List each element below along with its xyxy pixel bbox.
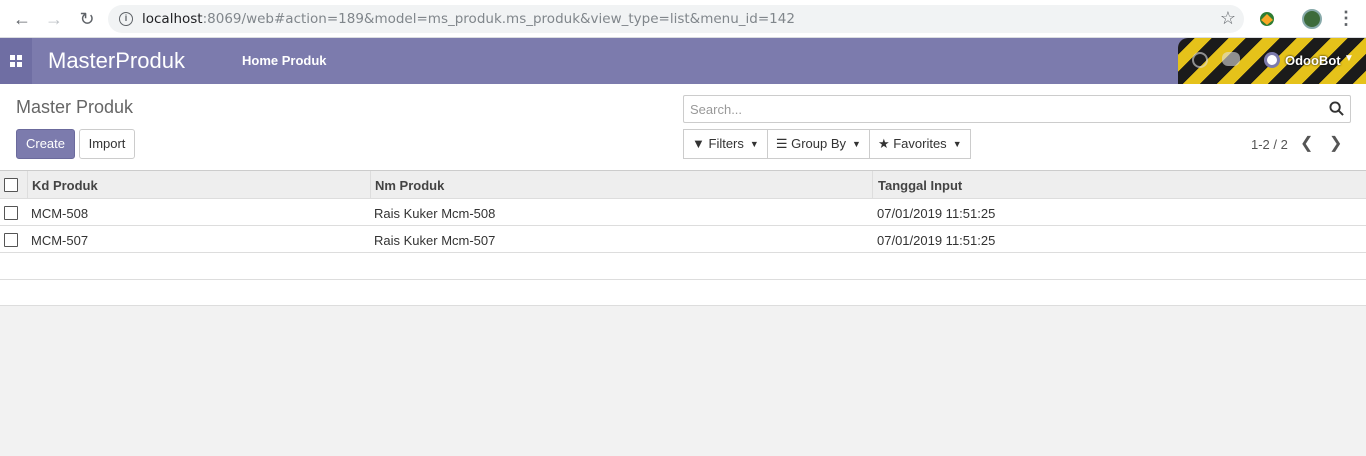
column-divider xyxy=(370,171,371,199)
cell-kd-produk: MCM-508 xyxy=(31,206,89,221)
list-icon: ☰ xyxy=(775,136,788,151)
favorites-label: Favorites xyxy=(893,136,947,151)
cell-tanggal-input: 07/01/2019 11:51:25 xyxy=(877,233,996,248)
apps-menu-button[interactable] xyxy=(0,38,32,84)
profile-avatar-icon[interactable] xyxy=(1302,9,1322,29)
apps-grid-icon xyxy=(10,55,22,67)
app-brand[interactable]: MasterProduk xyxy=(48,48,185,74)
chat-icon[interactable] xyxy=(1222,52,1240,66)
row-checkbox[interactable] xyxy=(4,206,18,220)
pager-previous-icon[interactable]: ❮ xyxy=(1300,133,1313,153)
table-header: Kd Produk Nm Produk Tanggal Input xyxy=(0,171,1366,199)
caret-down-icon: ▼ xyxy=(749,139,759,149)
list-view: Kd Produk Nm Produk Tanggal Input MCM-50… xyxy=(0,170,1366,306)
table-row[interactable]: MCM-507 Rais Kuker Mcm-507 07/01/2019 11… xyxy=(0,226,1366,253)
group-by-label: Group By xyxy=(791,136,847,151)
main-navbar: MasterProduk Home Produk OdooBot ▼ xyxy=(0,38,1366,84)
row-checkbox[interactable] xyxy=(4,233,18,247)
control-panel: Master Produk Create Import Search... ▼ … xyxy=(0,84,1366,170)
favorites-button[interactable]: ★ Favorites ▼ xyxy=(868,129,971,159)
url-text[interactable]: localhost:8069/web#action=189&model=ms_p… xyxy=(142,11,795,27)
column-divider xyxy=(27,171,28,199)
column-divider xyxy=(872,171,873,199)
search-input[interactable]: Search... xyxy=(690,102,742,117)
select-all-checkbox[interactable] xyxy=(4,178,18,192)
cell-nm-produk: Rais Kuker Mcm-508 xyxy=(374,206,496,221)
menu-home-produk[interactable]: Home Produk xyxy=(242,53,327,68)
extension-icon[interactable] xyxy=(1258,10,1276,28)
back-button[interactable]: ← xyxy=(12,9,32,29)
pager-next-icon[interactable]: ❯ xyxy=(1329,133,1342,153)
column-header-tanggal-input[interactable]: Tanggal Input xyxy=(878,178,962,193)
url-host: localhost xyxy=(142,11,203,27)
cell-tanggal-input: 07/01/2019 11:51:25 xyxy=(877,206,996,221)
caret-down-icon: ▼ xyxy=(852,139,861,149)
filters-button[interactable]: ▼ Filters ▼ xyxy=(683,129,768,159)
filters-label: Filters xyxy=(708,136,744,151)
search-options: ▼ Filters ▼ ☰ Group By ▼ ★ Favorites ▼ xyxy=(683,129,971,159)
caret-down-icon[interactable]: ▼ xyxy=(1344,53,1354,64)
column-header-kd-produk[interactable]: Kd Produk xyxy=(32,178,98,193)
filter-icon: ▼ xyxy=(692,136,705,151)
column-header-nm-produk[interactable]: Nm Produk xyxy=(375,178,444,193)
cell-kd-produk: MCM-507 xyxy=(31,233,89,248)
breadcrumb: Master Produk xyxy=(16,97,134,117)
address-bar[interactable]: i localhost:8069/web#action=189&model=ms… xyxy=(108,5,1244,33)
empty-row xyxy=(0,254,1366,280)
caret-down-icon: ▼ xyxy=(952,139,962,149)
table-row[interactable]: MCM-508 Rais Kuker Mcm-508 07/01/2019 11… xyxy=(0,199,1366,226)
activity-clock-icon[interactable] xyxy=(1192,52,1208,68)
browser-toolbar: ← → ↻ i localhost:8069/web#action=189&mo… xyxy=(0,0,1366,38)
forward-button[interactable]: → xyxy=(44,9,64,29)
search-box[interactable]: Search... xyxy=(683,95,1351,123)
browser-menu-icon[interactable]: ⋮ xyxy=(1337,8,1355,28)
star-icon: ★ xyxy=(877,136,890,151)
cell-nm-produk: Rais Kuker Mcm-507 xyxy=(374,233,496,248)
systray: OdooBot ▼ xyxy=(1178,38,1366,84)
group-by-button[interactable]: ☰ Group By ▼ xyxy=(766,129,870,159)
empty-row xyxy=(0,280,1366,306)
user-menu[interactable]: OdooBot xyxy=(1285,53,1341,68)
create-button[interactable]: Create xyxy=(16,129,75,159)
pager-value[interactable]: 1-2 / 2 xyxy=(1251,137,1288,152)
import-button[interactable]: Import xyxy=(79,129,135,159)
reload-button[interactable]: ↻ xyxy=(77,9,97,29)
search-icon[interactable] xyxy=(1329,101,1344,116)
info-icon[interactable]: i xyxy=(119,12,133,26)
bookmark-star-icon[interactable]: ☆ xyxy=(1220,8,1236,29)
user-avatar[interactable] xyxy=(1264,52,1280,68)
url-path: :8069/web#action=189&model=ms_produk.ms_… xyxy=(202,11,795,27)
